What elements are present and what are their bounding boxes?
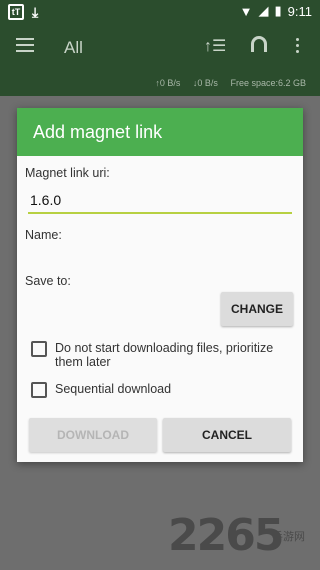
magnet-uri-input[interactable]	[28, 188, 292, 214]
dialog-title: Add magnet link	[17, 108, 303, 156]
watermark-logo: 2265	[168, 510, 284, 561]
cancel-button[interactable]: CANCEL	[163, 418, 291, 452]
download-button[interactable]: DOWNLOAD	[29, 418, 157, 452]
prioritize-checkbox[interactable]	[31, 341, 47, 357]
upload-speed: ↑0 B/s	[155, 78, 181, 88]
sort-icon[interactable]: ↑☰	[204, 36, 226, 56]
magnet-icon[interactable]	[251, 36, 267, 52]
more-options-icon[interactable]	[296, 38, 300, 56]
prioritize-option[interactable]: Do not start downloading files, prioriti…	[31, 341, 295, 369]
battery-icon: ▮	[274, 3, 282, 18]
wifi-icon: ▼	[239, 3, 253, 19]
change-button[interactable]: CHANGE	[221, 292, 293, 326]
sequential-option[interactable]: Sequential download	[31, 382, 171, 398]
status-time: 9:11	[287, 3, 312, 19]
sequential-checkbox[interactable]	[31, 382, 47, 398]
signal-icon: ◢	[258, 3, 269, 18]
speed-info: ↑0 B/s ↓0 B/s Free space:6.2 GB	[145, 78, 306, 88]
app-bar-title: All	[64, 38, 83, 57]
download-icon: ⤓	[32, 4, 39, 20]
notification-app-icon: tT	[8, 4, 24, 20]
free-space: Free space:6.2 GB	[230, 78, 306, 88]
name-label: Name:	[25, 228, 62, 242]
save-to-label: Save to:	[25, 274, 71, 288]
add-magnet-dialog: Add magnet link Magnet link uri: Name: S…	[17, 108, 303, 462]
app-bar: All ↑☰ ↑0 B/s ↓0 B/s Free space:6.2 GB	[0, 24, 320, 96]
uri-label: Magnet link uri:	[25, 166, 110, 180]
watermark-sub: 手游网	[272, 531, 305, 543]
menu-icon[interactable]	[16, 38, 34, 56]
sequential-label: Sequential download	[55, 382, 172, 396]
prioritize-label: Do not start downloading files, prioriti…	[55, 341, 274, 369]
download-speed: ↓0 B/s	[192, 78, 218, 88]
status-bar: tT ⤓ ▼ ◢ ▮ 9:11	[0, 0, 320, 24]
